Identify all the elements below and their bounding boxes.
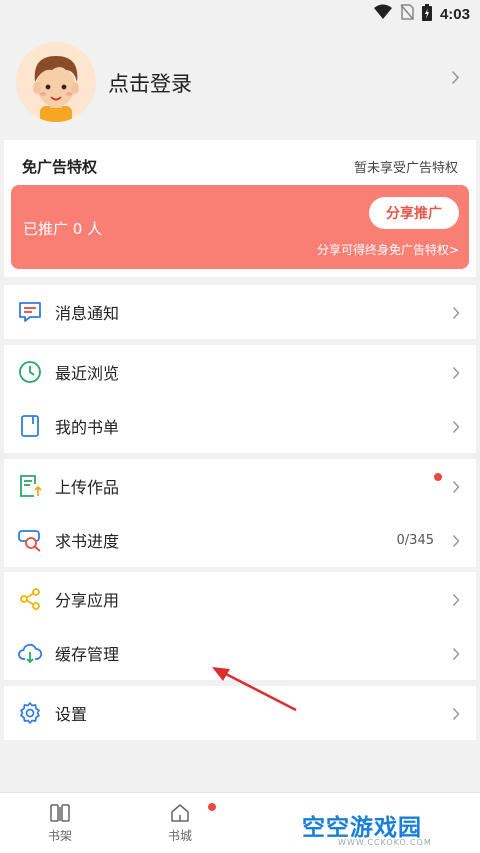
wifi-icon — [373, 4, 392, 24]
menu-label: 最近浏览 — [55, 364, 120, 383]
cloud-download-icon — [18, 641, 43, 665]
upload-document-icon — [18, 474, 42, 498]
chevron-right-icon — [452, 533, 460, 552]
share-promotion-button[interactable]: 分享推广 — [369, 197, 459, 229]
menu-item-messages[interactable]: 消息通知 — [4, 285, 476, 339]
menu-item-cache[interactable]: 缓存管理 — [4, 626, 476, 680]
menu-label: 设置 — [55, 705, 88, 724]
menu-item-settings[interactable]: 设置 — [4, 686, 476, 740]
menu-item-book-request[interactable]: 求书进度 0/345 — [4, 513, 476, 567]
no-sim-icon — [400, 4, 414, 24]
chevron-right-icon — [451, 70, 460, 89]
battery-icon — [421, 3, 432, 25]
menu-group-app: 分享应用 缓存管理 — [4, 572, 476, 680]
bookshelf-icon — [50, 804, 70, 822]
promotion-banner[interactable]: 已推广 0 人 分享推广 分享可得终身免广告特权> — [11, 185, 469, 269]
ad-free-status: 暂未享受广告特权 — [353, 161, 458, 176]
menu-group-works: 上传作品 求书进度 0/345 — [4, 459, 476, 567]
menu-item-booklist[interactable]: 我的书单 — [4, 399, 476, 453]
clock-icon — [18, 360, 42, 384]
watermark-logo: 空空游戏园 WWW.CCKOKO.COM — [280, 802, 480, 853]
menu-label: 消息通知 — [55, 304, 120, 323]
menu-label: 上传作品 — [55, 478, 120, 497]
notification-dot — [208, 803, 216, 811]
request-progress-value: 0/345 — [396, 532, 434, 548]
promoted-count: 已推广 0 人 — [23, 220, 103, 238]
watermark-url: WWW.CCKOKO.COM — [338, 838, 432, 847]
home-icon — [171, 804, 189, 822]
menu-item-share-app[interactable]: 分享应用 — [4, 572, 476, 626]
tab-bookstore[interactable]: 书城 — [150, 803, 210, 844]
share-hint-link[interactable]: 分享可得终身免广告特权> — [317, 241, 459, 258]
ad-free-title: 免广告特权 — [22, 158, 98, 176]
search-request-icon — [18, 528, 42, 552]
chevron-right-icon — [452, 592, 460, 611]
share-icon — [18, 587, 42, 611]
status-bar: 4:03 — [0, 0, 480, 28]
tab-label: 书架 — [47, 829, 72, 843]
chevron-right-icon — [452, 646, 460, 665]
menu-item-upload[interactable]: 上传作品 — [4, 459, 476, 513]
message-icon — [18, 300, 42, 324]
menu-group-settings: 设置 — [4, 686, 476, 740]
gear-icon — [18, 701, 42, 725]
book-icon — [18, 414, 42, 438]
chevron-right-icon — [452, 305, 460, 324]
menu-label: 求书进度 — [55, 532, 120, 551]
menu-label: 分享应用 — [55, 591, 120, 610]
notification-dot — [434, 473, 442, 481]
menu-label: 我的书单 — [55, 418, 120, 437]
chevron-right-icon — [452, 365, 460, 384]
profile-header[interactable]: 点击登录 — [0, 38, 480, 130]
clock: 4:03 — [439, 5, 470, 23]
menu-group-messages: 消息通知 — [4, 285, 476, 339]
chevron-right-icon — [452, 479, 460, 498]
tab-bookshelf[interactable]: 书架 — [30, 803, 90, 844]
watermark-text: 空空游戏园 — [302, 815, 422, 841]
login-prompt[interactable]: 点击登录 — [108, 68, 192, 98]
ad-free-card: 免广告特权 暂未享受广告特权 已推广 0 人 分享推广 分享可得终身免广告特权> — [4, 140, 476, 277]
avatar[interactable] — [16, 42, 96, 122]
menu-item-recent[interactable]: 最近浏览 — [4, 345, 476, 399]
menu-label: 缓存管理 — [55, 645, 120, 664]
chevron-right-icon — [452, 419, 460, 438]
tab-label: 书城 — [167, 829, 192, 843]
chevron-right-icon — [452, 706, 460, 725]
menu-group-reading: 最近浏览 我的书单 — [4, 345, 476, 453]
